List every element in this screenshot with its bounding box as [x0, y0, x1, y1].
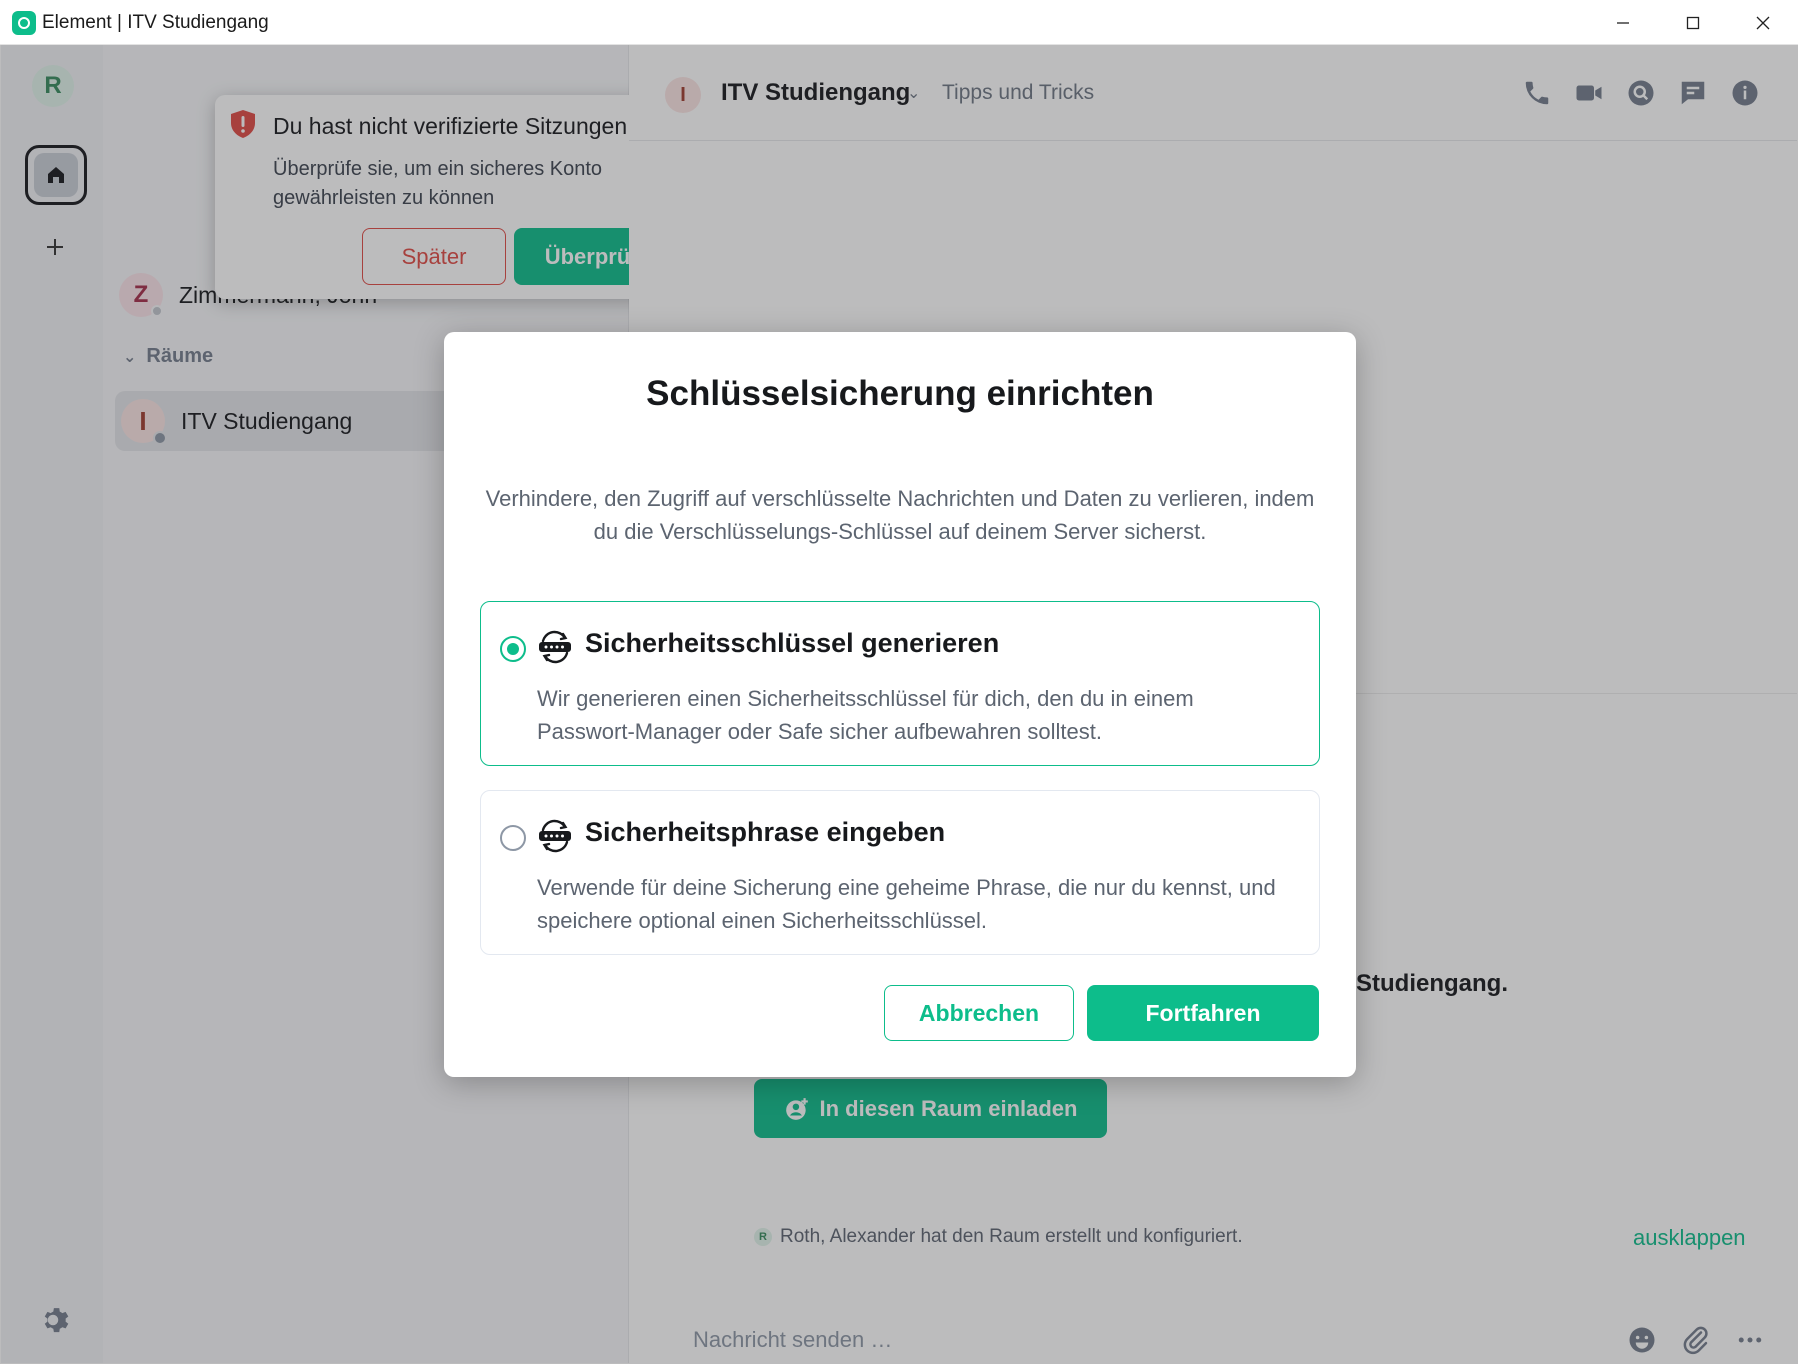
continue-button[interactable]: Fortfahren — [1087, 985, 1319, 1041]
element-logo-icon — [12, 11, 36, 35]
option-description: Verwende für deine Sicherung eine geheim… — [537, 875, 1276, 933]
minimize-icon — [1617, 21, 1629, 24]
dialog-description: Verhindere, den Zugriff auf verschlüssel… — [485, 486, 1315, 544]
key-backup-dialog: Schlüsselsicherung einrichten Verhindere… — [444, 332, 1356, 1077]
radio-generate-key[interactable] — [500, 636, 526, 662]
cancel-button[interactable]: Abbrechen — [884, 985, 1074, 1041]
window-titlebar: Element | ITV Studiengang — [0, 0, 1798, 45]
maximize-icon — [1686, 16, 1700, 29]
maximize-button[interactable] — [1658, 0, 1728, 45]
dialog-title: Schlüsselsicherung einrichten — [646, 374, 1154, 413]
option-description: Wir generieren einen Sicherheitsschlüsse… — [537, 686, 1194, 744]
radio-enter-phrase[interactable] — [500, 825, 526, 851]
close-window-button[interactable] — [1728, 0, 1798, 45]
key-backup-icon — [539, 630, 571, 664]
option-enter-phrase[interactable]: Sicherheitsphrase eingeben Verwende für … — [480, 790, 1320, 955]
minimize-button[interactable] — [1588, 0, 1658, 45]
close-icon — [1756, 16, 1770, 29]
option-generate-key[interactable]: Sicherheitsschlüssel generieren Wir gene… — [480, 601, 1320, 766]
option-title: Sicherheitsphrase eingeben — [585, 817, 946, 847]
passphrase-icon — [539, 819, 571, 853]
option-title: Sicherheitsschlüssel generieren — [585, 628, 1000, 658]
window-title: Element | ITV Studiengang — [42, 12, 269, 33]
